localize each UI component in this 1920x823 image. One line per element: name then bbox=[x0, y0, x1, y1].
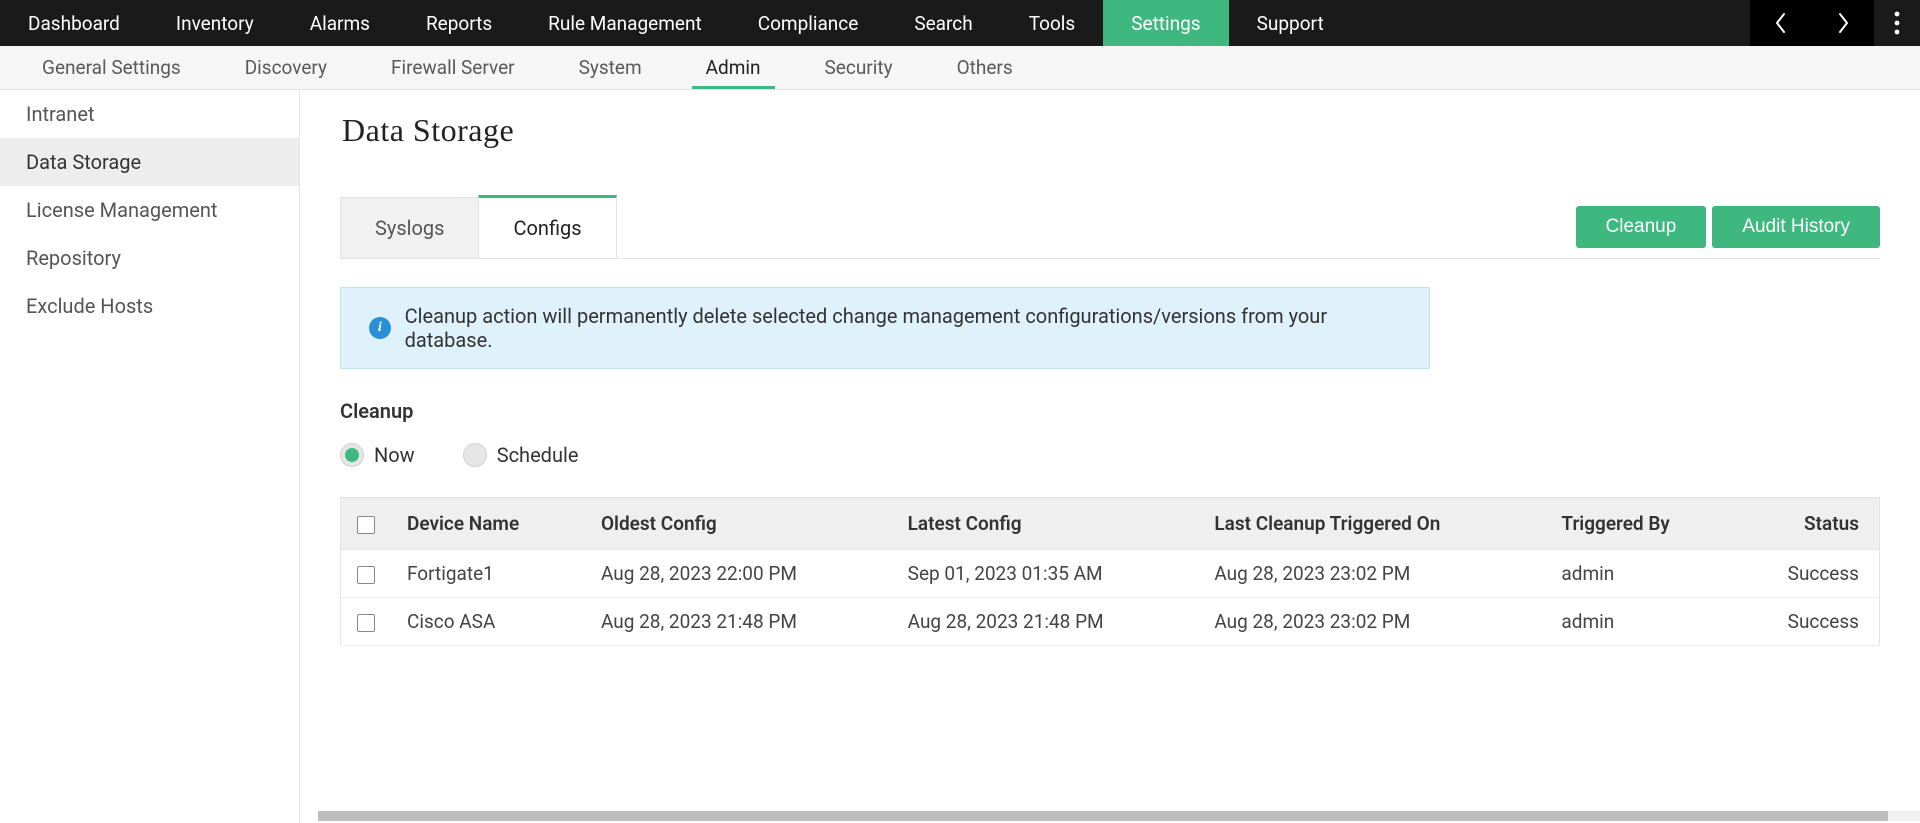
chevron-right-icon bbox=[1836, 12, 1850, 34]
top-nav: Dashboard Inventory Alarms Reports Rule … bbox=[0, 0, 1920, 46]
nav-dashboard[interactable]: Dashboard bbox=[0, 0, 148, 46]
radio-now-label: Now bbox=[374, 443, 415, 467]
nav-alarms[interactable]: Alarms bbox=[282, 0, 398, 46]
radio-schedule-indicator bbox=[463, 443, 487, 467]
cell-last: Aug 28, 2023 23:02 PM bbox=[1198, 598, 1545, 646]
table-row: Fortigate1 Aug 28, 2023 22:00 PM Sep 01,… bbox=[341, 550, 1880, 598]
cleanup-button[interactable]: Cleanup bbox=[1576, 206, 1707, 248]
chevron-left-icon bbox=[1774, 12, 1788, 34]
tab-configs[interactable]: Configs bbox=[478, 195, 616, 258]
sidebar-item-intranet[interactable]: Intranet bbox=[0, 90, 299, 138]
sidebar-item-data-storage[interactable]: Data Storage bbox=[0, 138, 299, 186]
subnav-general-settings[interactable]: General Settings bbox=[10, 46, 213, 89]
col-latest-config[interactable]: Latest Config bbox=[892, 498, 1199, 550]
col-device-name[interactable]: Device Name bbox=[391, 498, 585, 550]
nav-search[interactable]: Search bbox=[886, 0, 1000, 46]
main-content: Data Storage Syslogs Configs Cleanup Aud… bbox=[300, 90, 1920, 823]
sidebar-item-repository[interactable]: Repository bbox=[0, 234, 299, 282]
nav-forward-button[interactable] bbox=[1812, 0, 1874, 46]
radio-schedule-label: Schedule bbox=[497, 443, 579, 467]
cleanup-mode-radios: Now Schedule bbox=[340, 443, 1880, 467]
nav-settings[interactable]: Settings bbox=[1103, 0, 1228, 46]
cell-device: Fortigate1 bbox=[391, 550, 585, 598]
nav-reports[interactable]: Reports bbox=[398, 0, 520, 46]
row-checkbox[interactable] bbox=[357, 614, 375, 632]
horizontal-scrollbar[interactable] bbox=[318, 811, 1920, 821]
configs-table: Device Name Oldest Config Latest Config … bbox=[340, 497, 1880, 646]
cell-oldest: Aug 28, 2023 22:00 PM bbox=[585, 550, 892, 598]
cell-latest: Aug 28, 2023 21:48 PM bbox=[892, 598, 1199, 646]
nav-inventory[interactable]: Inventory bbox=[148, 0, 282, 46]
nav-arrows bbox=[1750, 0, 1874, 46]
cell-by: admin bbox=[1545, 598, 1734, 646]
nav-tools[interactable]: Tools bbox=[1001, 0, 1104, 46]
row-checkbox[interactable] bbox=[357, 566, 375, 584]
cell-last: Aug 28, 2023 23:02 PM bbox=[1198, 550, 1545, 598]
tab-row: Syslogs Configs Cleanup Audit History bbox=[340, 195, 1880, 259]
audit-history-button[interactable]: Audit History bbox=[1712, 206, 1880, 248]
sidebar: Intranet Data Storage License Management… bbox=[0, 90, 300, 823]
cleanup-section-label: Cleanup bbox=[340, 399, 1880, 423]
cell-by: admin bbox=[1545, 550, 1734, 598]
sidebar-item-exclude-hosts[interactable]: Exclude Hosts bbox=[0, 282, 299, 330]
nav-back-button[interactable] bbox=[1750, 0, 1812, 46]
subnav-system[interactable]: System bbox=[547, 46, 674, 89]
nav-rule-management[interactable]: Rule Management bbox=[520, 0, 730, 46]
col-triggered-by[interactable]: Triggered By bbox=[1545, 498, 1734, 550]
page-title: Data Storage bbox=[342, 112, 1880, 149]
cell-oldest: Aug 28, 2023 21:48 PM bbox=[585, 598, 892, 646]
cell-device: Cisco ASA bbox=[391, 598, 585, 646]
subnav-admin[interactable]: Admin bbox=[674, 46, 793, 89]
subnav-firewall-server[interactable]: Firewall Server bbox=[359, 46, 547, 89]
subnav-discovery[interactable]: Discovery bbox=[213, 46, 359, 89]
cell-status: Success bbox=[1734, 550, 1879, 598]
cell-status: Success bbox=[1734, 598, 1879, 646]
col-status[interactable]: Status bbox=[1734, 498, 1879, 550]
nav-compliance[interactable]: Compliance bbox=[730, 0, 887, 46]
sidebar-item-license-management[interactable]: License Management bbox=[0, 186, 299, 234]
table-row: Cisco ASA Aug 28, 2023 21:48 PM Aug 28, … bbox=[341, 598, 1880, 646]
cell-latest: Sep 01, 2023 01:35 AM bbox=[892, 550, 1199, 598]
radio-schedule[interactable]: Schedule bbox=[463, 443, 579, 467]
tab-syslogs[interactable]: Syslogs bbox=[340, 197, 479, 258]
subnav-security[interactable]: Security bbox=[793, 46, 925, 89]
sub-nav: General Settings Discovery Firewall Serv… bbox=[0, 46, 1920, 90]
kebab-icon bbox=[1894, 11, 1900, 35]
col-last-cleanup[interactable]: Last Cleanup Triggered On bbox=[1198, 498, 1545, 550]
radio-now-indicator bbox=[340, 443, 364, 467]
col-oldest-config[interactable]: Oldest Config bbox=[585, 498, 892, 550]
more-menu-button[interactable] bbox=[1874, 0, 1920, 46]
radio-now[interactable]: Now bbox=[340, 443, 415, 467]
info-banner-text: Cleanup action will permanently delete s… bbox=[405, 304, 1401, 352]
subnav-others[interactable]: Others bbox=[925, 46, 1045, 89]
info-icon: i bbox=[369, 317, 391, 339]
info-banner: i Cleanup action will permanently delete… bbox=[340, 287, 1430, 369]
nav-support[interactable]: Support bbox=[1229, 0, 1352, 46]
select-all-checkbox[interactable] bbox=[357, 516, 375, 534]
